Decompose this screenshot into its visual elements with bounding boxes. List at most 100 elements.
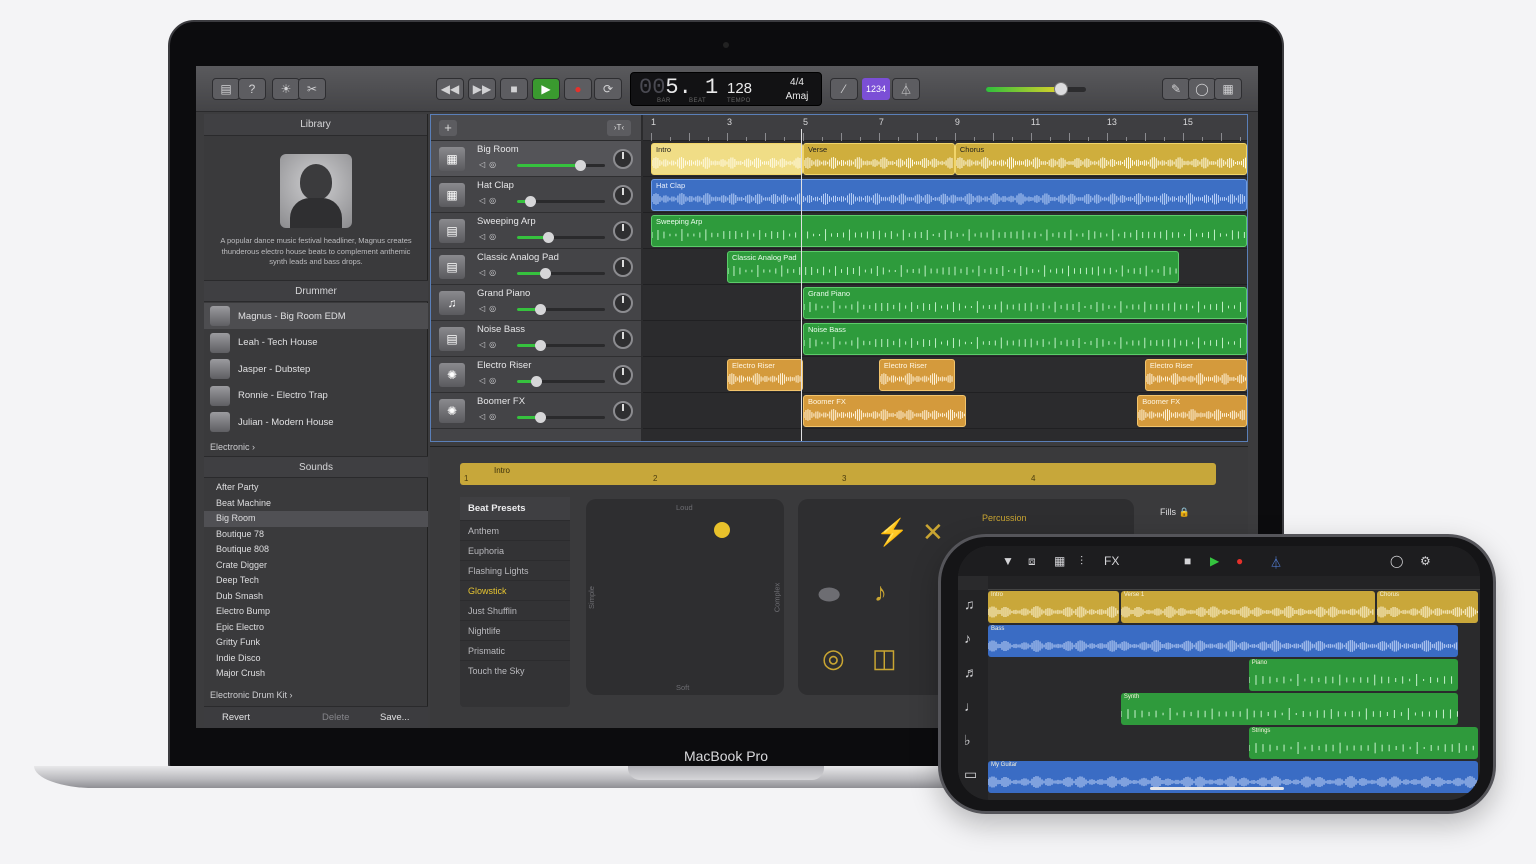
iphone-region-yellow[interactable]: Verse 1 xyxy=(1120,591,1375,623)
snare-drum-icon[interactable]: ◫ xyxy=(872,643,897,674)
editors-scissors-icon[interactable]: ✂ xyxy=(298,78,326,100)
iphone-region-blue[interactable]: Bass xyxy=(988,625,1459,657)
editor-region-ruler[interactable]: Intro 1 2 3 4 xyxy=(460,463,1216,485)
track-volume-knob[interactable] xyxy=(534,412,546,423)
loop-browser-icon[interactable]: ◯ xyxy=(1188,78,1216,100)
track-volume-slider[interactable] xyxy=(517,340,605,351)
stop-icon[interactable]: ■ xyxy=(1184,554,1191,568)
sound-item[interactable]: Dub Smash xyxy=(204,589,428,605)
iphone-region-green[interactable]: Piano xyxy=(1248,659,1459,691)
sound-item[interactable]: Boutique 808 xyxy=(204,542,428,558)
mute-solo-icons[interactable]: ◁◎ xyxy=(479,340,500,349)
play-icon[interactable]: ▶ xyxy=(532,78,560,100)
record-icon[interactable]: ● xyxy=(1236,554,1243,568)
sound-item[interactable]: Electro Bump xyxy=(204,604,428,620)
track-header[interactable]: ▤ Noise Bass ◁◎ xyxy=(431,321,641,357)
region-orange[interactable]: Electro Riser xyxy=(878,359,955,391)
track-volume-knob[interactable] xyxy=(575,160,587,171)
drum-kit-link[interactable]: Electronic Drum Kit › xyxy=(210,690,293,700)
beat-preset-item[interactable]: Euphoria xyxy=(460,540,570,560)
region-blue[interactable]: Hat Clap xyxy=(651,179,1247,211)
pan-knob[interactable] xyxy=(613,365,633,385)
drummer-item[interactable]: Julian - Modern House xyxy=(204,409,428,435)
drummer-item[interactable]: Jasper - Dubstep xyxy=(204,356,428,382)
track-header[interactable]: ▦ Big Room ◁◎ xyxy=(431,141,641,177)
iphone-ruler[interactable] xyxy=(988,576,1480,590)
drumsticks-icon[interactable]: ✕ xyxy=(922,517,944,548)
metronome-icon[interactable]: ⏃ xyxy=(892,78,920,100)
sound-item[interactable]: After Party xyxy=(204,480,428,496)
drummer-icon[interactable]: ♫ xyxy=(964,596,975,612)
cycle-icon[interactable]: ⟳ xyxy=(594,78,622,100)
mute-solo-icons[interactable]: ◁◎ xyxy=(479,304,500,313)
genre-link[interactable]: Electronic › xyxy=(210,442,255,452)
drummer-item[interactable]: Ronnie - Electro Trap xyxy=(204,383,428,409)
beat-preset-item[interactable]: Anthem xyxy=(460,520,570,540)
sound-item[interactable]: Epic Electro xyxy=(204,620,428,636)
maraca-icon[interactable]: ♪ xyxy=(874,577,887,608)
beat-preset-item[interactable]: Glowstick xyxy=(460,580,570,600)
stop-icon[interactable]: ■ xyxy=(500,78,528,100)
region-green[interactable]: Noise Bass xyxy=(802,323,1247,355)
beat-preset-item[interactable]: Flashing Lights xyxy=(460,560,570,580)
pan-knob[interactable] xyxy=(613,257,633,277)
region-green[interactable]: Classic Analog Pad xyxy=(726,251,1180,283)
region-orange[interactable]: Electro Riser xyxy=(1144,359,1247,391)
beat-preset-item[interactable]: Just Shufflin xyxy=(460,600,570,620)
pan-knob[interactable] xyxy=(613,329,633,349)
synth-icon[interactable]: ♩ xyxy=(964,698,978,714)
track-header[interactable]: ✺ Boomer FX ◁◎ xyxy=(431,393,641,429)
mixer-icon[interactable]: ⫶ xyxy=(1080,554,1083,569)
sound-item[interactable]: Beat Machine xyxy=(204,496,428,512)
timeline[interactable]: 1 3 5 7 9 11 13 15 Intro Verse Chorus Hat Clap Swee… xyxy=(643,115,1247,441)
bar-ruler[interactable]: 1 3 5 7 9 11 13 15 xyxy=(643,115,1247,141)
track-volume-slider[interactable] xyxy=(517,196,605,207)
sound-item[interactable]: Big Room xyxy=(204,511,428,527)
library-toggle-icon[interactable]: ▤ xyxy=(212,78,240,100)
iphone-region-green[interactable]: Synth xyxy=(1120,693,1459,725)
track-volume-knob[interactable] xyxy=(540,268,552,279)
track-volume-knob[interactable] xyxy=(525,196,537,207)
region-yellow[interactable]: Verse xyxy=(802,143,955,175)
sound-item[interactable]: Major Crush xyxy=(204,666,428,682)
iphone-region-yellow[interactable]: Chorus xyxy=(1376,591,1478,623)
playhead[interactable] xyxy=(801,129,802,441)
piano-icon[interactable]: ♬ xyxy=(964,664,978,680)
lightning-icon[interactable]: ⚡ xyxy=(876,517,908,548)
rewind-icon[interactable]: ◀◀ xyxy=(436,78,464,100)
strings-icon[interactable]: ♭ xyxy=(964,732,971,749)
lcd-display[interactable]: 005. 1 BAR BEAT 128 TEMPO 4/4 Amaj xyxy=(630,72,822,106)
pan-knob[interactable] xyxy=(613,149,633,169)
region-green[interactable]: Sweeping Arp xyxy=(651,215,1247,247)
play-icon[interactable]: ▶ xyxy=(1210,554,1219,568)
loop-browser-icon[interactable]: ◯ xyxy=(1390,554,1403,568)
track-header[interactable]: ▤ Classic Analog Pad ◁◎ xyxy=(431,249,641,285)
save-button[interactable]: Save... xyxy=(380,712,410,723)
settings-gear-icon[interactable]: ⚙ xyxy=(1420,554,1431,568)
sound-item[interactable]: Crate Digger xyxy=(204,558,428,574)
notepad-icon[interactable]: ✎ xyxy=(1162,78,1190,100)
delete-button[interactable]: Delete xyxy=(322,712,349,723)
revert-button[interactable]: Revert xyxy=(222,712,250,723)
drummer-item[interactable]: Leah - Tech House xyxy=(204,330,428,356)
region-orange[interactable]: Electro Riser xyxy=(726,359,803,391)
flex-follow-icon[interactable]: ›T‹ xyxy=(607,120,631,136)
add-track-button[interactable]: + xyxy=(439,120,457,136)
smart-controls-icon[interactable]: ☀ xyxy=(272,78,300,100)
pad-puck[interactable] xyxy=(714,522,730,538)
region-yellow[interactable]: Chorus xyxy=(954,143,1247,175)
beat-preset-item[interactable]: Prismatic xyxy=(460,640,570,660)
pan-knob[interactable] xyxy=(613,221,633,241)
count-in-button[interactable]: 1234 xyxy=(862,78,890,100)
track-volume-slider[interactable] xyxy=(517,412,605,423)
region-green[interactable]: Grand Piano xyxy=(802,287,1247,319)
track-volume-slider[interactable] xyxy=(517,268,605,279)
mute-solo-icons[interactable]: ◁◎ xyxy=(479,376,500,385)
track-volume-slider[interactable] xyxy=(517,304,605,315)
metronome-icon[interactable]: ⏃ xyxy=(1270,554,1282,571)
sound-item[interactable]: Deep Tech xyxy=(204,573,428,589)
chevron-down-icon[interactable]: ▼ xyxy=(1002,554,1014,568)
beat-preset-item[interactable]: Nightlife xyxy=(460,620,570,640)
bass-guitar-icon[interactable]: ♪ xyxy=(964,630,971,646)
track-header[interactable]: ✺ Electro Riser ◁◎ xyxy=(431,357,641,393)
